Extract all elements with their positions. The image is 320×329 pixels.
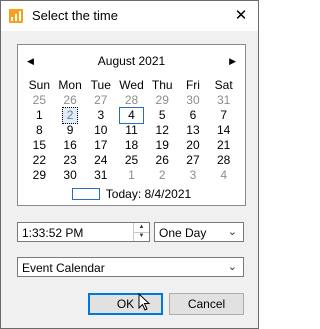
calendar-day[interactable]: 26 [147, 153, 178, 168]
calendar-day[interactable]: 1 [116, 168, 147, 183]
calendar-day[interactable]: 4 [116, 107, 147, 124]
month-calendar[interactable]: ◀ August 2021 ▶ Sun Mon Tue Wed Thu Fri … [17, 44, 246, 206]
calendar-day[interactable]: 28 [208, 153, 239, 168]
weekday-label: Fri [185, 78, 200, 92]
calendar-day[interactable]: 29 [24, 168, 55, 183]
weekday-label: Mon [58, 78, 82, 92]
calendar-day[interactable]: 22 [24, 153, 55, 168]
close-button[interactable]: ✕ [230, 5, 252, 27]
window-title: Select the time [32, 8, 118, 23]
calendar-week-row: 25 26 27 28 29 30 31 [24, 93, 239, 108]
calendar-week-row: 15 16 17 18 19 20 21 [24, 138, 239, 153]
calendar-day[interactable]: 16 [55, 138, 86, 153]
weekday-header: Sun Mon Tue Wed Thu Fri Sat [24, 78, 239, 93]
month-label[interactable]: August 2021 [18, 54, 245, 68]
calendar-day[interactable]: 27 [85, 93, 116, 108]
chevron-down-icon[interactable]: ⌄ [228, 260, 237, 273]
select-time-dialog: Select the time ✕ ◀ August 2021 ▶ Sun Mo… [0, 0, 259, 329]
time-value[interactable]: 1:33:52 PM [22, 226, 83, 240]
weekday-label: Wed [119, 78, 144, 92]
calendar-source-dropdown[interactable]: Event Calendar ⌄ [17, 257, 244, 277]
calendar-week-row: 1234567 [24, 107, 239, 124]
calendar-source-value: Event Calendar [22, 261, 105, 275]
period-value: One Day [159, 226, 207, 240]
calendar-day[interactable]: 12 [147, 123, 178, 138]
today-link[interactable]: Today: 8/4/2021 [18, 187, 245, 201]
calendar-day[interactable]: 25 [24, 93, 55, 108]
calendar-day[interactable]: 18 [116, 138, 147, 153]
calendar-day[interactable]: 15 [24, 138, 55, 153]
calendar-day[interactable]: 20 [178, 138, 209, 153]
today-marker-icon [71, 188, 100, 200]
weekday-label: Tue [90, 78, 111, 92]
calendar-day[interactable]: 28 [116, 93, 147, 108]
calendar-week-row: 22 23 24 25 26 27 28 [24, 153, 239, 168]
calendar-day[interactable]: 26 [55, 93, 86, 108]
title-bar: Select the time ✕ [1, 1, 258, 31]
calendar-day[interactable]: 7 [208, 108, 239, 123]
calendar-day[interactable]: 5 [147, 108, 178, 123]
calendar-day[interactable]: 17 [85, 138, 116, 153]
cancel-button[interactable]: Cancel [169, 293, 244, 315]
calendar-day[interactable]: 3 [178, 168, 209, 183]
calendar-day[interactable]: 31 [208, 93, 239, 108]
spin-down-icon[interactable]: ▼ [134, 232, 149, 241]
calendar-day[interactable]: 25 [116, 153, 147, 168]
calendar-day[interactable]: 2 [55, 107, 86, 124]
calendar-day[interactable]: 10 [85, 123, 116, 138]
calendar-week-row: 29 30 31 1 2 3 4 [24, 168, 239, 183]
chevron-down-icon[interactable]: ⌄ [228, 225, 237, 238]
calendar-day[interactable]: 14 [208, 123, 239, 138]
mouse-cursor-icon [138, 293, 151, 311]
calendar-day[interactable]: 13 [178, 123, 209, 138]
period-dropdown[interactable]: One Day ⌄ [154, 222, 244, 242]
calendar-day[interactable]: 3 [85, 108, 116, 123]
weekday-label: Sat [214, 78, 233, 92]
calendar-week-row: 8 9 10 11 12 13 14 [24, 123, 239, 138]
weekday-label: Sun [28, 78, 51, 92]
calendar-day[interactable]: 30 [55, 168, 86, 183]
calendar-day[interactable]: 24 [85, 153, 116, 168]
calendar-day[interactable]: 11 [116, 123, 147, 138]
calendar-day[interactable]: 19 [147, 138, 178, 153]
calendar-day[interactable]: 4 [208, 168, 239, 183]
calendar-day[interactable]: 23 [55, 153, 86, 168]
time-spinner[interactable]: ▲ ▼ [133, 223, 149, 241]
weekday-label: Thu [151, 78, 173, 92]
calendar-grid: Sun Mon Tue Wed Thu Fri Sat 25 26 27 28 29 30… [24, 78, 239, 183]
calendar-day[interactable]: 30 [178, 93, 209, 108]
calendar-day[interactable]: 21 [208, 138, 239, 153]
time-input[interactable]: 1:33:52 PM ▲ ▼ [17, 222, 150, 242]
today-label[interactable]: Today: 8/4/2021 [106, 187, 191, 201]
calendar-day[interactable]: 29 [147, 93, 178, 108]
calendar-day[interactable]: 9 [55, 123, 86, 138]
calendar-weeks: 25 26 27 28 29 30 31 1 2 3 4 5 6 7 8 9 10 11 12 13 14 15 16 17 1… [24, 93, 239, 183]
calendar-day[interactable]: 8 [24, 123, 55, 138]
chart-bars-icon [9, 9, 23, 23]
next-month-icon[interactable]: ▶ [229, 56, 236, 67]
calendar-day[interactable]: 27 [178, 153, 209, 168]
calendar-day[interactable]: 31 [85, 168, 116, 183]
calendar-day[interactable]: 2 [147, 168, 178, 183]
calendar-day[interactable]: 1 [24, 108, 55, 123]
calendar-day[interactable]: 6 [178, 108, 209, 123]
